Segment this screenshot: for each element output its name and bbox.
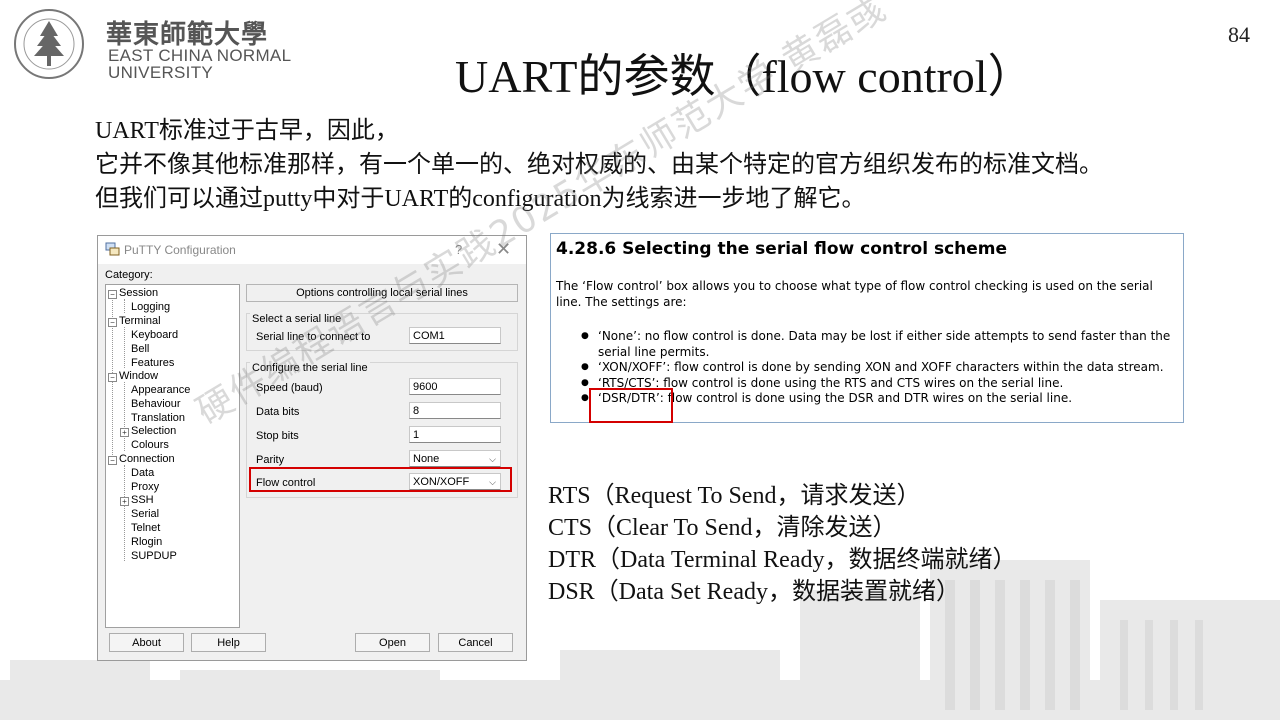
tree-item-supdup[interactable]: SUPDUP bbox=[131, 549, 177, 563]
tree-item-connection[interactable]: Connection bbox=[119, 452, 175, 466]
signal-cts: CTS（Clear To Send，清除发送） bbox=[548, 515, 897, 541]
category-tree[interactable]: − Session Logging − Terminal Keyboard Be… bbox=[105, 284, 240, 628]
doc-heading: 4.28.6 Selecting the serial flow control… bbox=[556, 239, 1008, 259]
rts-dsr-highlight-box bbox=[589, 388, 673, 423]
signal-rts: RTS（Request To Send，请求发送） bbox=[548, 483, 921, 509]
tree-item-data[interactable]: Data bbox=[131, 466, 154, 480]
tree-item-proxy[interactable]: Proxy bbox=[131, 480, 159, 494]
list-item-desc: : no flow control is done. Data may be l… bbox=[598, 329, 1171, 359]
signal-definitions: RTS（Request To Send，请求发送） CTS（Clear To S… bbox=[548, 480, 1016, 608]
tree-item-terminal[interactable]: Terminal bbox=[119, 314, 161, 328]
tree-item-window[interactable]: Window bbox=[119, 369, 158, 383]
tree-item-telnet[interactable]: Telnet bbox=[131, 521, 160, 535]
list-item-desc: : flow control is done by sending XON an… bbox=[666, 360, 1164, 374]
tree-item-ssh[interactable]: SSH bbox=[131, 493, 154, 507]
parity-value: None bbox=[413, 453, 440, 465]
parity-label: Parity bbox=[256, 454, 285, 466]
window-title: PuTTY Configuration bbox=[124, 243, 236, 257]
tree-item-bell[interactable]: Bell bbox=[131, 342, 149, 356]
tree-guide-line bbox=[124, 299, 125, 313]
collapse-toggle-icon[interactable]: − bbox=[108, 373, 117, 382]
tree-item-translation[interactable]: Translation bbox=[131, 411, 185, 425]
tree-guide-line bbox=[124, 327, 125, 368]
signal-dtr: DTR（Data Terminal Ready，数据终端就绪） bbox=[548, 547, 1017, 573]
list-item: ‘None’: no flow control is done. Data ma… bbox=[581, 329, 1181, 360]
university-seal-icon bbox=[14, 9, 84, 79]
stop-bits-label: Stop bits bbox=[256, 430, 299, 442]
about-button[interactable]: About bbox=[109, 633, 184, 652]
tree-item-features[interactable]: Features bbox=[131, 356, 174, 370]
putty-configuration-window: PuTTY Configuration ? ✕ Category: − Sess… bbox=[97, 235, 527, 661]
collapse-toggle-icon[interactable]: − bbox=[108, 318, 117, 327]
signal-dsr: DSR（Data Set Ready，数据装置就绪） bbox=[548, 579, 960, 605]
stop-bits-input[interactable]: 1 bbox=[409, 426, 501, 443]
tree-guide-line bbox=[124, 465, 125, 561]
list-item-term: ‘XON/XOFF’ bbox=[598, 360, 667, 374]
expand-toggle-icon[interactable]: + bbox=[120, 497, 129, 506]
tree-item-behaviour[interactable]: Behaviour bbox=[131, 397, 181, 411]
tree-item-appearance[interactable]: Appearance bbox=[131, 383, 190, 397]
collapse-toggle-icon[interactable]: − bbox=[108, 290, 117, 299]
parity-dropdown[interactable]: None ⌵ bbox=[409, 450, 501, 467]
flow-control-highlight-box bbox=[249, 467, 512, 492]
expand-toggle-icon[interactable]: + bbox=[120, 428, 129, 437]
help-button[interactable]: Help bbox=[191, 633, 266, 652]
tree-item-keyboard[interactable]: Keyboard bbox=[131, 328, 178, 342]
tree-item-session[interactable]: Session bbox=[119, 286, 158, 300]
university-name-en-line2: UNIVERSITY bbox=[108, 63, 214, 82]
page-number: 84 bbox=[1228, 22, 1250, 47]
putty-app-icon bbox=[105, 242, 120, 256]
data-bits-label: Data bits bbox=[256, 406, 300, 418]
university-logo: 華東師範大學 EAST CHINA NORMAL UNIVERSITY bbox=[10, 6, 300, 82]
list-item-desc: : flow control is done using the DSR and… bbox=[659, 391, 1073, 405]
tree-item-selection[interactable]: Selection bbox=[131, 424, 176, 438]
serial-line-input[interactable]: COM1 bbox=[409, 327, 501, 344]
chevron-down-icon: ⌵ bbox=[489, 454, 496, 464]
doc-paragraph: The ‘Flow control’ box allows you to cho… bbox=[556, 279, 1153, 309]
open-button[interactable]: Open bbox=[355, 633, 430, 652]
tree-item-colours[interactable]: Colours bbox=[131, 438, 169, 452]
tree-guide-line bbox=[124, 382, 125, 451]
category-label: Category: bbox=[105, 269, 153, 281]
speed-input[interactable]: 9600 bbox=[409, 378, 501, 395]
collapse-toggle-icon[interactable]: − bbox=[108, 456, 117, 465]
list-item: ‘XON/XOFF’: flow control is done by send… bbox=[581, 360, 1181, 376]
tree-item-rlogin[interactable]: Rlogin bbox=[131, 535, 162, 549]
list-item-desc: : flow control is done using the RTS and… bbox=[655, 375, 1064, 390]
data-bits-input[interactable]: 8 bbox=[409, 402, 501, 419]
tree-item-logging[interactable]: Logging bbox=[131, 300, 170, 314]
putty-doc-excerpt: 4.28.6 Selecting the serial flow control… bbox=[550, 233, 1184, 423]
cancel-button[interactable]: Cancel bbox=[438, 633, 513, 652]
tree-item-serial[interactable]: Serial bbox=[131, 507, 159, 521]
list-item-term: ‘None’ bbox=[598, 329, 637, 343]
